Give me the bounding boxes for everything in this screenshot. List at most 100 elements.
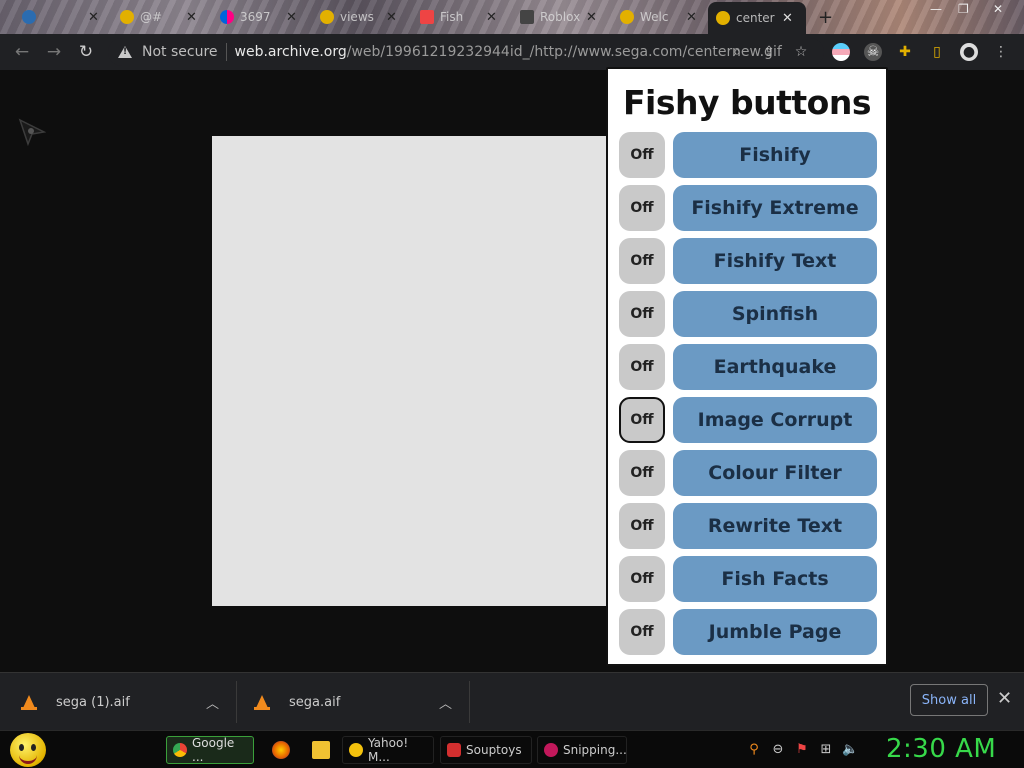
tab-6-label: Roblox [540,10,580,24]
tab-close-icon[interactable]: ✕ [782,11,793,26]
tab-6[interactable]: Roblox ✕ [512,6,605,28]
off-toggle-focused[interactable]: Off [619,397,665,443]
off-toggle[interactable]: Off [619,450,665,496]
tab-4[interactable]: views ✕ [312,6,405,28]
earthquake-button[interactable]: Earthquake [673,344,877,390]
task-label: Google ... [192,736,235,764]
tab-close-icon[interactable]: ✕ [88,10,99,25]
tab-7[interactable]: Welc ✕ [612,6,705,28]
share-icon[interactable]: ⇪ [760,43,778,61]
show-all-button[interactable]: Show all [910,684,988,716]
menu-kebab-icon[interactable]: ⋮ [992,43,1010,61]
souptoys-icon [447,743,461,757]
fishy-row: Off Spinfish [619,291,877,337]
taskbar-souptoys[interactable]: Souptoys [440,736,532,764]
tab-4-label: views [340,10,374,24]
extensions-puzzle-icon[interactable]: ✚ [896,43,914,61]
download-item[interactable]: sega (1).aif [21,673,130,731]
tab-close-icon[interactable]: ✕ [686,10,697,25]
chevron-up-icon[interactable]: ︿ [206,693,219,712]
url-host: web.archive.org [234,44,347,60]
extension-skull-icon[interactable]: ☠ [864,43,882,61]
download-shelf: sega (1).aif ︿ sega.aif ︿ Show all ✕ [0,672,1024,730]
shelf-divider [469,681,470,723]
restore-icon[interactable]: ❐ [958,2,969,16]
tab-close-icon[interactable]: ✕ [286,10,297,25]
tab-active[interactable]: center ✕ [708,2,806,34]
network-tray-icon[interactable]: ⊞ [818,742,834,758]
tab-5[interactable]: Fish ✕ [412,6,505,28]
chrome-icon [173,743,187,757]
close-window-icon[interactable]: ✕ [993,2,1003,16]
reload-icon[interactable]: ↻ [76,42,96,62]
rewrite-text-button[interactable]: Rewrite Text [673,503,877,549]
off-toggle[interactable]: Off [619,185,665,231]
taskbar-yahoo[interactable]: Yahoo! M... [342,736,434,764]
fishy-row: Off Jumble Page [619,609,877,655]
flickr-icon [220,10,234,24]
tab-close-icon[interactable]: ✕ [186,10,197,25]
off-toggle[interactable]: Off [619,291,665,337]
spinfish-button[interactable]: Spinfish [673,291,877,337]
flag-tray-icon[interactable]: ⚑ [794,742,810,758]
vlc-cone-icon [254,695,270,710]
extension-flag-icon[interactable] [832,43,850,61]
security-label: Not secure [142,44,218,60]
tab-3[interactable]: 3697 ✕ [212,6,305,28]
fishy-row: Off Fish Facts [619,556,877,602]
tab-2[interactable]: @# ✕ [112,6,205,28]
off-toggle[interactable]: Off [619,503,665,549]
bookmark-star-icon[interactable]: ☆ [792,43,810,61]
fishy-row: Off Earthquake [619,344,877,390]
tab-close-icon[interactable]: ✕ [486,10,497,25]
new-tab-icon[interactable]: + [818,7,833,28]
close-shelf-icon[interactable]: ✕ [997,688,1012,709]
off-toggle[interactable]: Off [619,132,665,178]
address-bar[interactable]: Not secure web.archive.org /web/19961219… [108,38,824,66]
taskbar-chrome[interactable]: Google ... [166,736,254,764]
chevron-up-icon[interactable]: ︿ [439,693,452,712]
task-label: Snipping... [563,743,627,757]
download-item[interactable]: sega.aif [254,673,340,731]
tab-1[interactable]: ✕ [14,6,107,28]
taskbar-snipping[interactable]: Snipping... [537,736,627,764]
forward-icon[interactable]: → [44,42,64,62]
minus-tray-icon[interactable]: ⊖ [770,742,786,758]
off-toggle[interactable]: Off [619,344,665,390]
fishify-extreme-button[interactable]: Fishify Extreme [673,185,877,231]
search-tray-icon[interactable]: ⚲ [746,742,762,758]
volume-tray-icon[interactable]: 🔈 [842,742,858,758]
warning-icon [118,46,132,58]
tab-close-icon[interactable]: ✕ [586,10,597,25]
taskbar: Google ... Yahoo! M... Souptoys Snipping… [0,730,1024,768]
fishify-text-button[interactable]: Fishify Text [673,238,877,284]
tab-close-icon[interactable]: ✕ [386,10,397,25]
jumble-page-button[interactable]: Jumble Page [673,609,877,655]
image-corrupt-button[interactable]: Image Corrupt [673,397,877,443]
url-path: /web/19961219232944id_/http://www.sega.c… [346,44,782,60]
back-icon[interactable]: ← [12,42,32,62]
folder-icon[interactable] [312,741,330,759]
smiley-icon [716,11,730,25]
minimize-icon[interactable]: — [930,2,942,16]
cursor-icon [18,118,46,146]
off-toggle[interactable]: Off [619,609,665,655]
colour-filter-button[interactable]: Colour Filter [673,450,877,496]
task-label: Yahoo! M... [368,736,409,764]
download-filename: sega (1).aif [56,694,130,710]
profile-avatar-icon[interactable]: ● [960,43,978,61]
page-icon [420,10,434,24]
fishify-button[interactable]: Fishify [673,132,877,178]
zoom-icon[interactable]: ⌕ [728,43,746,61]
vlc-cone-icon [21,695,37,710]
start-smiley-icon[interactable] [10,733,46,767]
fishy-row: Off Image Corrupt [619,397,877,443]
roblox-icon [520,10,534,24]
tab-active-label: center [736,11,775,25]
fish-facts-button[interactable]: Fish Facts [673,556,877,602]
off-toggle[interactable]: Off [619,238,665,284]
off-toggle[interactable]: Off [619,556,665,602]
firefox-icon[interactable] [272,741,290,759]
task-label: Souptoys [466,743,522,757]
sidebar-icon[interactable]: ▯ [928,43,946,61]
